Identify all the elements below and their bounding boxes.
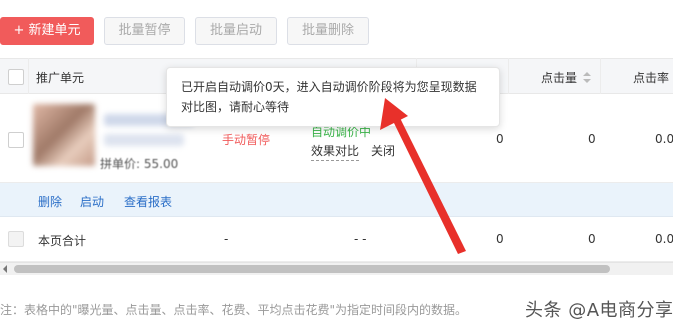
row-ctr-value: 0.00 — [655, 132, 673, 146]
tooltip-line-1: 已开启自动调价0天，进入自动调价阶段将为您呈现数据 — [181, 80, 477, 94]
total-ctr-value: 0.00 — [655, 232, 673, 246]
footer-note: 注：表格中的"曝光量、点击量、点击率、花费、平均点击花费"为指定时间段内的数据。 — [0, 303, 468, 317]
scroll-left-arrow-icon[interactable] — [3, 265, 7, 273]
sort-clicks-icon[interactable] — [583, 72, 591, 84]
tooltip-line-2: 对比图，请耐心等待 — [181, 100, 290, 114]
view-report-link[interactable]: 查看报表 — [124, 193, 172, 210]
header-ctr[interactable]: 点击率 — [633, 69, 669, 86]
header-unit: 推广单元 — [36, 71, 85, 85]
product-thumbnail — [33, 104, 95, 166]
total-row-checkbox — [8, 231, 24, 247]
total-metric-value: 0 — [496, 232, 504, 246]
batch-delete-button[interactable]: 批量删除 — [287, 17, 369, 45]
row-actions-bar: 删除 启动 查看报表 — [0, 183, 673, 217]
row-metric-value: 0 — [496, 132, 504, 146]
delete-link[interactable]: 删除 — [38, 193, 62, 210]
close-auto-bid-link[interactable]: 关闭 — [371, 142, 395, 159]
auto-bid-tooltip: 已开启自动调价0天，进入自动调价阶段将为您呈现数据 对比图，请耐心等待 — [166, 67, 500, 127]
horizontal-scrollbar[interactable] — [0, 262, 673, 275]
page-total-row: 本页合计 - - - 0 0 0.00 — [0, 217, 673, 262]
status-manual-paused: 手动暂停 — [222, 133, 271, 147]
watermark: 头条 @A电商分享 — [525, 300, 673, 321]
total-status: - — [224, 232, 229, 246]
batch-pause-button[interactable]: 批量暂停 — [104, 17, 185, 45]
header-clicks[interactable]: 点击量 — [541, 69, 577, 86]
price-label: 拼单价: 55.00 — [100, 157, 179, 171]
batch-start-button[interactable]: 批量启动 — [195, 17, 277, 45]
total-clicks-value: 0 — [588, 232, 596, 246]
blurred-unit-name — [104, 134, 184, 146]
row-clicks-value: 0 — [588, 132, 596, 146]
scrollbar-thumb[interactable] — [14, 265, 610, 273]
total-auto-bid: - - — [354, 232, 367, 246]
start-link[interactable]: 启动 — [80, 193, 104, 210]
new-unit-button[interactable]: + 新建单元 — [0, 17, 94, 45]
page-total-label: 本页合计 — [38, 234, 87, 248]
effect-compare-link[interactable]: 效果对比 — [311, 142, 360, 161]
select-all-checkbox[interactable] — [8, 69, 24, 85]
row-checkbox[interactable] — [8, 132, 24, 148]
